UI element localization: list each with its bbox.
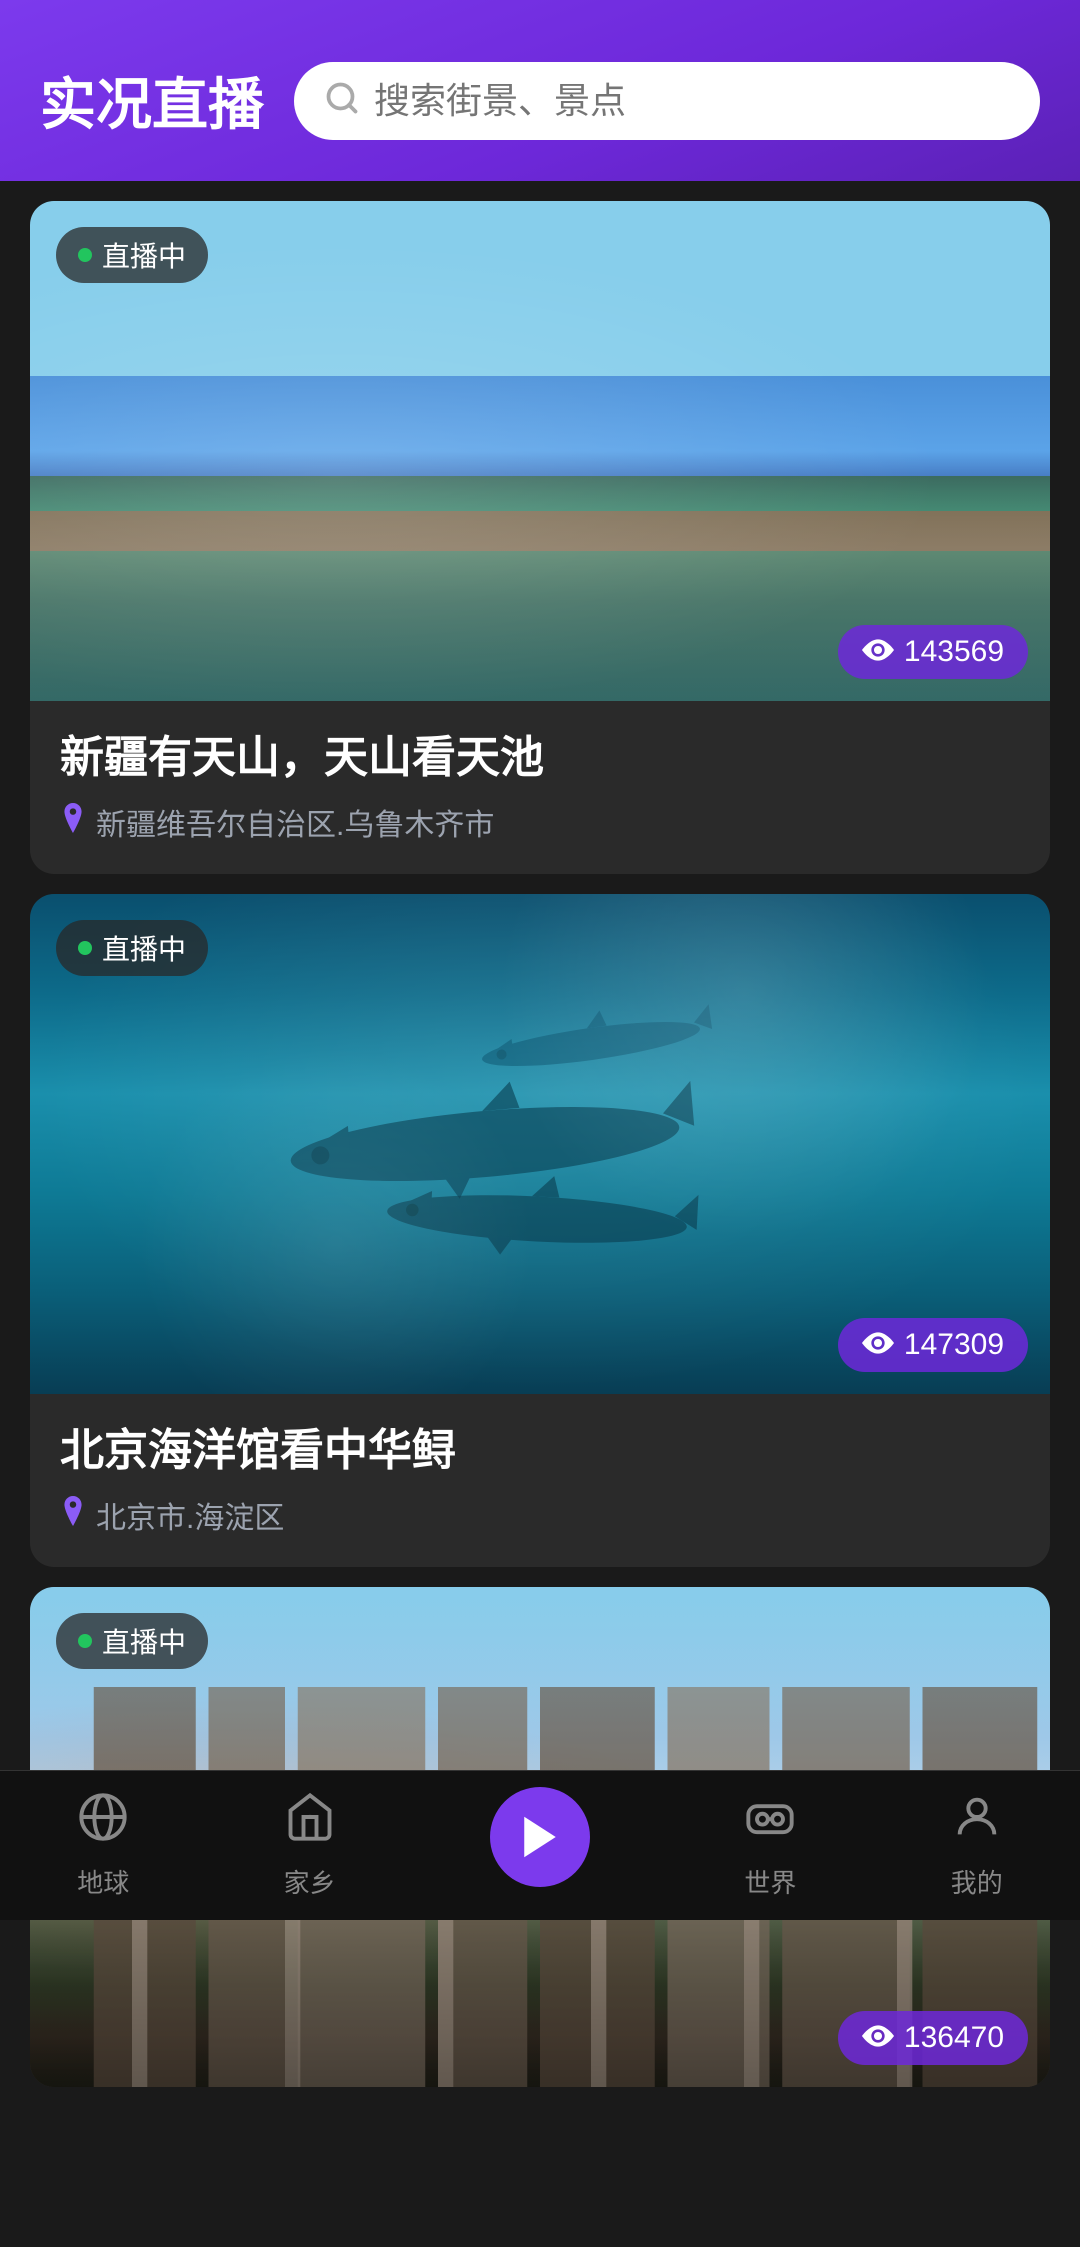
live-badge-1: 直播中 bbox=[56, 227, 208, 283]
bottom-navigation: 地球 家乡 世界 bbox=[0, 1770, 1080, 1920]
card-2-info: 北京海洋馆看中华鲟 北京市.海淀区 bbox=[30, 1394, 1050, 1567]
search-icon bbox=[324, 80, 360, 122]
eye-icon-1 bbox=[862, 636, 894, 668]
live-dot-2 bbox=[78, 941, 92, 955]
view-count-1: 143569 bbox=[838, 625, 1028, 679]
card-1-info: 新疆有天山，天山看天池 新疆维吾尔自治区.乌鲁木齐市 bbox=[30, 701, 1050, 874]
profile-icon bbox=[951, 1791, 1003, 1855]
view-count-3: 136470 bbox=[838, 2011, 1028, 2065]
nav-item-hometown[interactable]: 家乡 bbox=[284, 1791, 336, 1900]
card-2-image: 直播中 147309 bbox=[30, 894, 1050, 1394]
card-1-location: 新疆维吾尔自治区.乌鲁木齐市 bbox=[60, 800, 1020, 844]
live-badge-2: 直播中 bbox=[56, 920, 208, 976]
live-dot-1 bbox=[78, 248, 92, 262]
nav-item-world[interactable]: 世界 bbox=[744, 1791, 796, 1900]
location-icon-1 bbox=[60, 803, 86, 841]
nav-item-live[interactable] bbox=[490, 1797, 590, 1895]
search-input[interactable] bbox=[374, 80, 1010, 122]
vr-icon bbox=[744, 1791, 796, 1855]
nav-label-hometown: 家乡 bbox=[284, 1863, 336, 1900]
card-2-location: 北京市.海淀区 bbox=[60, 1493, 1020, 1537]
live-dot-3 bbox=[78, 1634, 92, 1648]
globe-icon bbox=[77, 1791, 129, 1855]
app-title: 实况直播 bbox=[40, 60, 264, 141]
view-count-2: 147309 bbox=[838, 1318, 1028, 1372]
card-1-title: 新疆有天山，天山看天池 bbox=[60, 729, 1020, 786]
search-bar[interactable] bbox=[294, 62, 1040, 140]
nav-item-globe[interactable]: 地球 bbox=[77, 1791, 129, 1900]
content-area: 直播中 143569 新疆有天山，天山看天池 新疆维吾尔自治区.乌鲁 bbox=[0, 181, 1080, 2247]
card-2[interactable]: 直播中 147309 北京海洋馆看中华鲟 北京市.海淀区 bbox=[30, 894, 1050, 1567]
nav-item-profile[interactable]: 我的 bbox=[951, 1791, 1003, 1900]
eye-icon-2 bbox=[862, 1329, 894, 1361]
location-icon-2 bbox=[60, 1496, 86, 1534]
home-icon bbox=[284, 1791, 336, 1855]
nav-label-globe: 地球 bbox=[77, 1863, 129, 1900]
card-1-image: 直播中 143569 bbox=[30, 201, 1050, 701]
nav-label-profile: 我的 bbox=[951, 1863, 1003, 1900]
live-tv-icon bbox=[490, 1787, 590, 1887]
card-2-title: 北京海洋馆看中华鲟 bbox=[60, 1422, 1020, 1479]
eye-icon-3 bbox=[862, 2022, 894, 2054]
card-1[interactable]: 直播中 143569 新疆有天山，天山看天池 新疆维吾尔自治区.乌鲁 bbox=[30, 201, 1050, 874]
app-header: 实况直播 bbox=[0, 0, 1080, 181]
nav-label-world: 世界 bbox=[744, 1863, 796, 1900]
live-badge-3: 直播中 bbox=[56, 1613, 208, 1669]
